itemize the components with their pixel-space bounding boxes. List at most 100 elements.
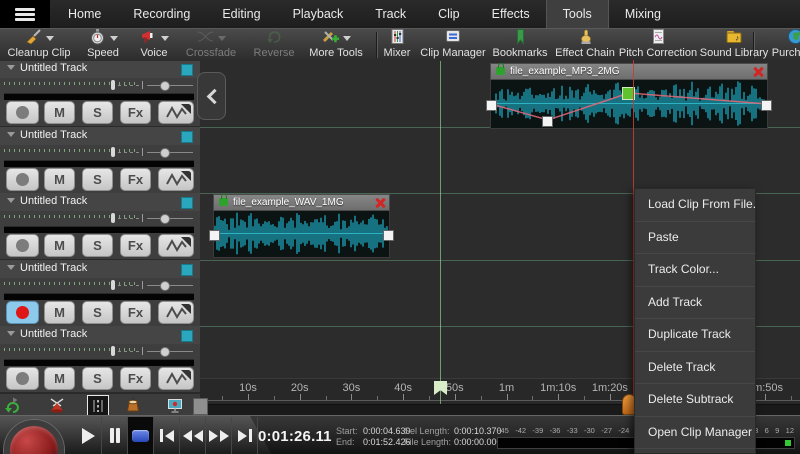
fx-button[interactable]: Fx [120,367,151,390]
collapse-chevron-icon[interactable] [7,265,15,270]
volume-slider-handle[interactable] [111,346,115,356]
fx-button[interactable]: Fx [120,168,151,191]
drums-icon[interactable] [47,395,67,415]
context-menu-item-load-clip-from-file[interactable]: Load Clip From File... [635,189,755,222]
track-record-button[interactable] [6,168,39,191]
track-color-swatch[interactable] [181,264,193,276]
loop-icon[interactable] [3,395,23,415]
waveform-view-button[interactable] [158,367,194,390]
fx-button[interactable]: Fx [120,101,151,124]
volume-slider-handle[interactable] [111,147,115,157]
menu-tab-home[interactable]: Home [52,0,117,28]
track-color-swatch[interactable] [181,131,193,143]
collapse-chevron-icon[interactable] [7,132,15,137]
context-menu-item-track-color[interactable]: Track Color... [635,254,755,287]
waveform-view-button[interactable] [158,168,194,191]
track-record-button[interactable] [6,367,39,390]
mute-button[interactable]: M [44,168,75,191]
track-header[interactable]: Untitled Track [0,326,200,344]
play-button[interactable] [76,417,102,454]
menu-tab-mixing[interactable]: Mixing [609,0,677,28]
road-icon[interactable] [87,395,109,417]
clip-left-handle[interactable] [209,230,220,241]
clip-waveform[interactable] [213,211,390,258]
volume-slider-handle[interactable] [111,80,115,90]
menu-tab-tools[interactable]: Tools [546,0,609,28]
ruler-label-50s: 50s [446,382,464,394]
clip-right-handle[interactable] [383,230,394,241]
track-title: Untitled Track [20,62,87,74]
solo-button[interactable]: S [82,168,113,191]
track-record-button[interactable] [6,301,39,324]
clip-close-icon[interactable] [374,197,386,209]
pan-slider-handle[interactable] [160,347,170,357]
waveform-view-button[interactable] [158,234,194,257]
screen-icon[interactable] [165,395,185,415]
skip-to-start-button[interactable] [154,417,180,454]
volume-slider-handle[interactable] [111,280,115,290]
hamburger-menu-button[interactable] [0,0,50,28]
menu-tab-track[interactable]: Track [359,0,422,28]
track-record-button[interactable] [6,101,39,124]
collapse-chevron-icon[interactable] [7,198,15,203]
clip-status-icon [496,67,505,75]
solo-button[interactable]: S [82,101,113,124]
solo-button[interactable]: S [82,234,113,257]
track-record-button[interactable] [6,234,39,257]
pan-slider-handle[interactable] [160,148,170,158]
clip-left-handle[interactable] [486,100,497,111]
audio-clip-wav[interactable]: file_example_WAV_1MG [213,194,390,258]
track-header[interactable]: Untitled Track [0,60,200,78]
pan-slider-handle[interactable] [160,281,170,291]
context-menu-item-add-track[interactable]: Add Track [635,287,755,320]
skip-to-end-button[interactable] [232,417,258,454]
track-header[interactable]: Untitled Track [0,193,200,211]
stop-button[interactable] [128,417,154,454]
collapse-chevron-icon[interactable] [7,65,15,70]
waveform-view-button[interactable] [158,301,194,324]
clip-header[interactable]: file_example_MP3_2MG [490,63,768,80]
menu-tab-editing[interactable]: Editing [206,0,276,28]
menu-tab-recording[interactable]: Recording [117,0,206,28]
collapse-panel-button[interactable] [197,72,226,120]
track-header[interactable]: Untitled Track [0,260,200,278]
collapse-chevron-icon[interactable] [7,331,15,336]
solo-button[interactable]: S [82,367,113,390]
context-menu-item-delete-track[interactable]: Delete Track [635,352,755,385]
menu-tab-effects[interactable]: Effects [476,0,546,28]
track-header[interactable]: Untitled Track [0,127,200,145]
context-menu-item-duplicate-track[interactable]: Duplicate Track [635,319,755,352]
pan-slider-handle[interactable] [160,81,170,91]
fx-button[interactable]: Fx [120,301,151,324]
fx-button[interactable]: Fx [120,234,151,257]
solo-button[interactable]: S [82,301,113,324]
rewind-button[interactable] [180,417,206,454]
context-menu-item-delete-subtrack[interactable]: Delete Subtrack [635,384,755,417]
track-color-swatch[interactable] [181,330,193,342]
menu-tab-clip[interactable]: Clip [422,0,476,28]
toolbar-item-purchase[interactable]: Purchase [747,30,800,60]
panel-scrollbar-corner[interactable] [193,398,208,415]
menu-tab-playback[interactable]: Playback [277,0,360,28]
envelope-node[interactable] [542,116,553,127]
waveform-view-button[interactable] [158,101,194,124]
context-menu-item-clear-selection[interactable]: Clear Selection [635,449,755,454]
clip-right-handle[interactable] [761,100,772,111]
volume-slider-handle[interactable] [111,213,115,223]
record-dot-icon [16,306,29,319]
context-menu-item-open-clip-manager[interactable]: Open Clip Manager [635,417,755,450]
pan-slider-handle[interactable] [160,214,170,224]
mute-button[interactable]: M [44,101,75,124]
fast-forward-button[interactable] [206,417,232,454]
clip-header[interactable]: file_example_WAV_1MG [213,194,390,211]
track-color-swatch[interactable] [181,197,193,209]
audio-clip-mp3[interactable]: file_example_MP3_2MG [490,63,768,129]
clip-close-icon[interactable] [752,66,764,78]
mute-button[interactable]: M [44,301,75,324]
pause-button[interactable] [102,417,128,454]
mute-button[interactable]: M [44,367,75,390]
mute-button[interactable]: M [44,234,75,257]
context-menu-item-paste[interactable]: Paste [635,222,755,255]
track-color-swatch[interactable] [181,64,193,76]
bongo-icon[interactable] [123,395,143,415]
